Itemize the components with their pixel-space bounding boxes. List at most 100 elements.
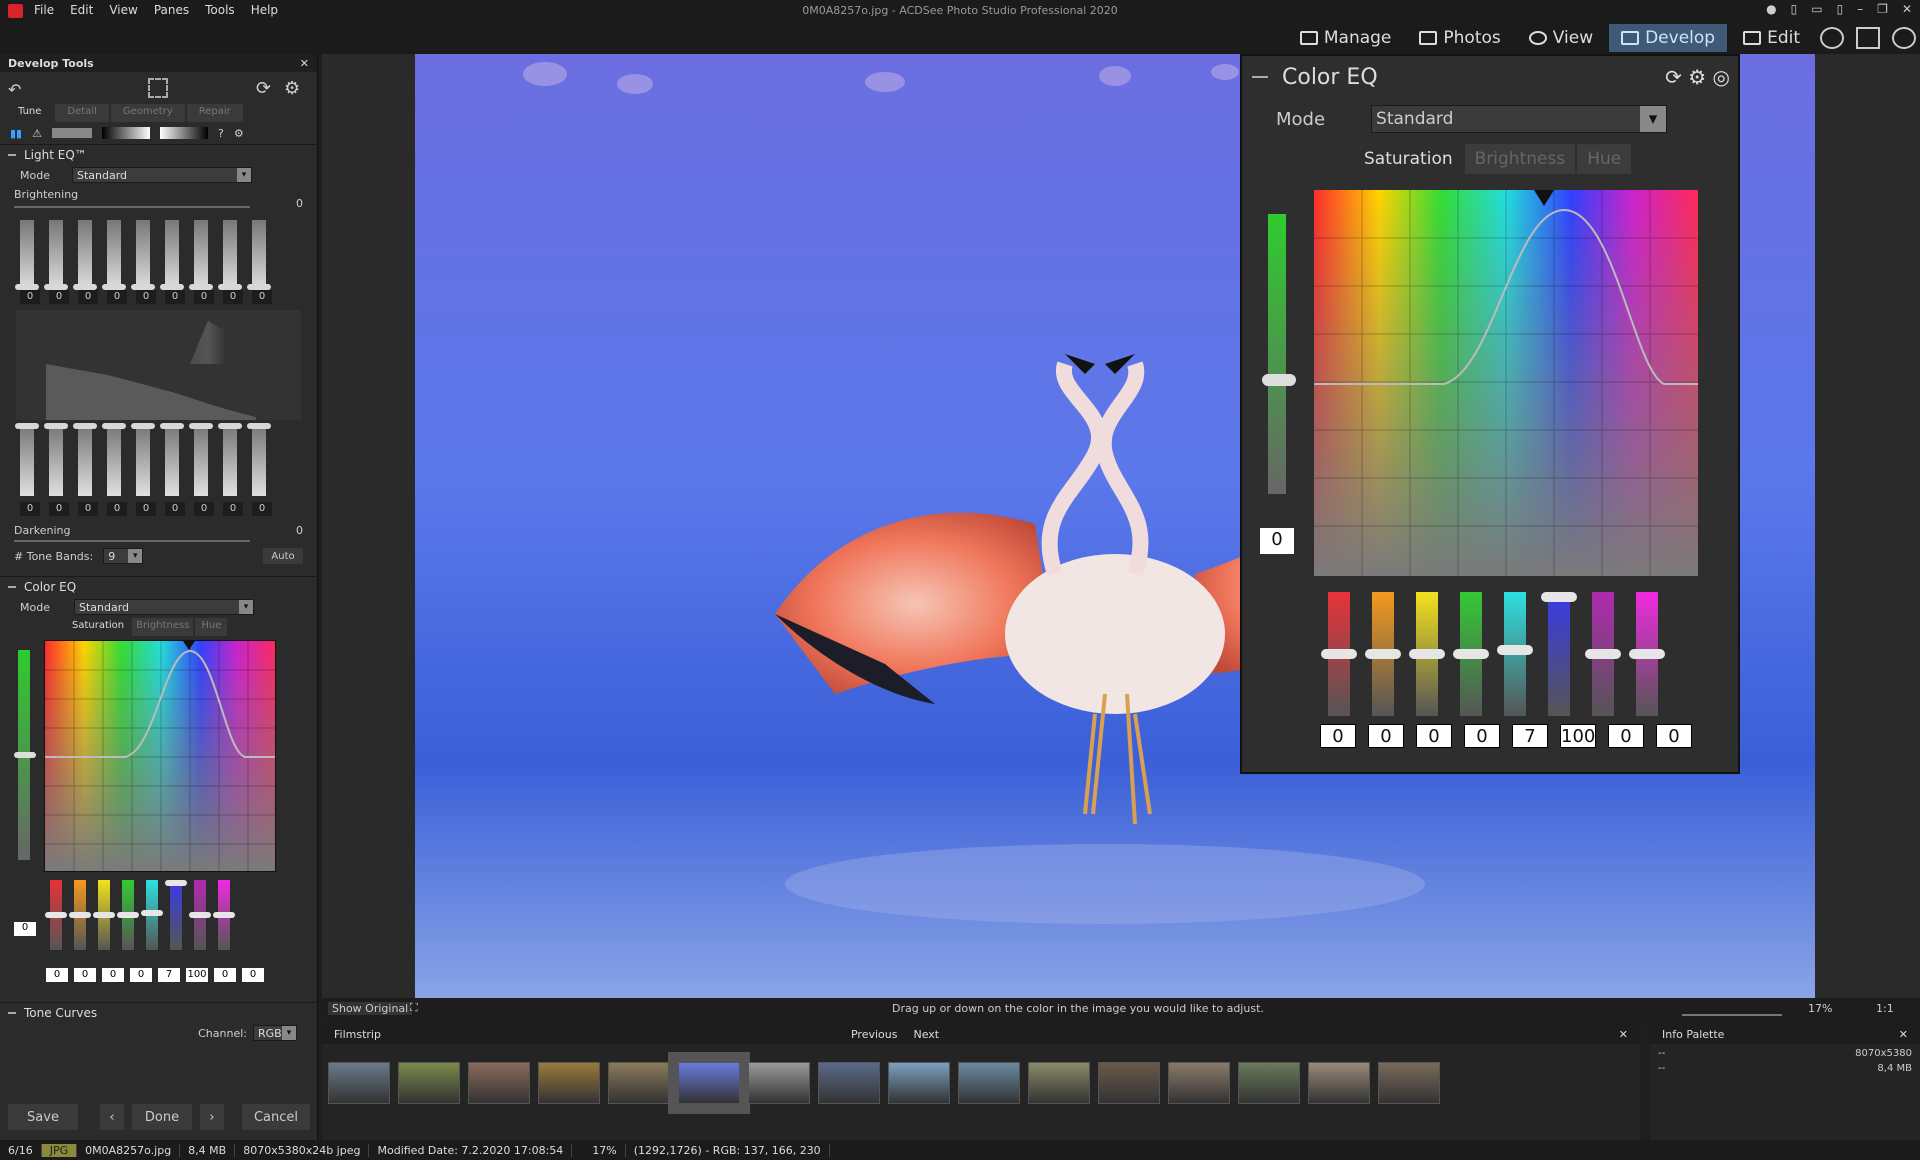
warning-icon[interactable]: ⚠ (32, 127, 42, 140)
color-band-slider[interactable] (45, 880, 67, 950)
filmstrip-thumbnail[interactable] (1308, 1062, 1370, 1104)
dark-band-value[interactable]: 0 (136, 502, 156, 516)
dark-band-slider[interactable] (15, 423, 39, 496)
bright-band-value[interactable]: 0 (165, 290, 185, 304)
float-mode-select[interactable]: Standard (1371, 105, 1668, 133)
bright-band-slider[interactable] (218, 220, 242, 290)
color-band-slider[interactable] (213, 880, 235, 950)
slider-knob[interactable] (247, 284, 271, 290)
bright-band-slider[interactable] (15, 220, 39, 290)
float-tab-saturation[interactable]: Saturation (1354, 144, 1463, 174)
show-original-button[interactable]: Show Original (328, 1002, 413, 1015)
color-band-value[interactable]: 100 (186, 968, 208, 982)
zoom-value[interactable]: 17% (1808, 1002, 1832, 1015)
menu-tools[interactable]: Tools (205, 3, 235, 17)
mode-edit[interactable]: Edit (1731, 24, 1812, 52)
color-band-value[interactable]: 7 (1512, 724, 1548, 748)
next-button[interactable]: › (200, 1104, 224, 1130)
dark-band-slider[interactable] (102, 423, 126, 496)
panel-close-icon[interactable]: ✕ (300, 57, 309, 70)
color-band-knob[interactable] (213, 912, 235, 918)
luts-icon[interactable] (1892, 27, 1916, 49)
collapse-icon[interactable] (1252, 76, 1268, 78)
slider-knob[interactable] (73, 284, 97, 290)
color-band-slider[interactable] (141, 880, 163, 950)
fullscreen-icon[interactable]: ⛶ (410, 1001, 418, 1015)
filmstrip-thumbnail[interactable] (818, 1062, 880, 1104)
menu-view[interactable]: View (109, 3, 137, 17)
bright-band-slider[interactable] (73, 220, 97, 290)
histogram-icon[interactable]: ▮▮ (10, 127, 22, 140)
close-icon[interactable]: ✕ (1902, 2, 1912, 16)
bright-band-value[interactable]: 0 (194, 290, 214, 304)
filmstrip-thumbnail[interactable] (1378, 1062, 1440, 1104)
dark-band-value[interactable]: 0 (223, 502, 243, 516)
color-band-value[interactable]: 0 (1464, 724, 1500, 748)
mode-select[interactable]: Standard (72, 167, 252, 183)
filmstrip-thumbnail[interactable] (888, 1062, 950, 1104)
filmstrip-thumbnail[interactable] (608, 1062, 670, 1104)
color-band-slider[interactable] (1629, 592, 1665, 716)
tab-detail[interactable]: Detail (55, 104, 109, 122)
filmstrip-thumbnail[interactable] (668, 1052, 750, 1114)
crop-icon[interactable] (148, 78, 168, 98)
mode-manage[interactable]: Manage (1288, 24, 1404, 52)
dark-band-value[interactable]: 0 (165, 502, 185, 516)
filmstrip-thumbnail[interactable] (1238, 1062, 1300, 1104)
layout-right-icon[interactable]: ▯ (1837, 2, 1844, 16)
slider-knob[interactable] (131, 284, 155, 290)
bright-band-value[interactable]: 0 (49, 290, 69, 304)
color-band-knob[interactable] (165, 880, 187, 886)
color-band-value[interactable]: 0 (46, 968, 68, 982)
color-eq-header[interactable]: Color EQ (0, 576, 317, 596)
slider-knob[interactable] (15, 423, 39, 429)
dark-band-value[interactable]: 0 (78, 502, 98, 516)
color-band-knob[interactable] (1497, 645, 1533, 655)
color-band-knob[interactable] (189, 912, 211, 918)
color-band-slider[interactable] (1453, 592, 1489, 716)
dark-band-slider[interactable] (189, 423, 213, 496)
color-band-value[interactable]: 0 (130, 968, 152, 982)
help-icon[interactable]: ? (218, 127, 224, 140)
bright-band-value[interactable]: 0 (136, 290, 156, 304)
float-hue-graph[interactable] (1314, 190, 1698, 576)
tab-hue[interactable]: Hue (195, 618, 228, 636)
tab-brightness[interactable]: Brightness (132, 618, 194, 636)
channel-select[interactable]: RGB (253, 1025, 297, 1041)
previous-link[interactable]: Previous (851, 1028, 898, 1041)
color-band-knob[interactable] (117, 912, 139, 918)
color-band-slider[interactable] (117, 880, 139, 950)
color-band-value[interactable]: 0 (214, 968, 236, 982)
slider-knob[interactable] (189, 284, 213, 290)
bright-band-slider[interactable] (189, 220, 213, 290)
dark-band-value[interactable]: 0 (194, 502, 214, 516)
filmstrip-thumbnail[interactable] (468, 1062, 530, 1104)
color-band-value[interactable]: 0 (74, 968, 96, 982)
color-band-knob[interactable] (141, 909, 163, 916)
color-graph[interactable] (44, 640, 277, 875)
color-band-knob[interactable] (1585, 649, 1621, 659)
filmstrip-thumbnail[interactable] (1168, 1062, 1230, 1104)
float-tab-hue[interactable]: Hue (1577, 144, 1632, 174)
float-header[interactable]: Color EQ ⟳ ⚙ ◎ (1242, 56, 1738, 98)
float-tab-brightness[interactable]: Brightness (1464, 144, 1576, 174)
bright-band-value[interactable]: 0 (78, 290, 98, 304)
color-band-value[interactable]: 0 (102, 968, 124, 982)
save-button[interactable]: Save (8, 1104, 78, 1130)
tone-curves-header[interactable]: Tone Curves (0, 1002, 317, 1022)
color-band-slider[interactable] (69, 880, 91, 950)
side-slider-knob[interactable] (14, 752, 36, 758)
light-eq-header[interactable]: Light EQ™ (0, 144, 317, 164)
color-band-value[interactable]: 7 (158, 968, 180, 982)
filmstrip-thumbnail[interactable] (538, 1062, 600, 1104)
color-band-slider[interactable] (1585, 592, 1621, 716)
filmstrip-close-icon[interactable]: ✕ (1619, 1028, 1628, 1041)
color-band-value[interactable]: 0 (242, 968, 264, 982)
mode-view[interactable]: View (1517, 24, 1605, 52)
reset-icon[interactable]: ⟳ ⚙ ◎ (1665, 65, 1730, 89)
color-band-slider[interactable] (1541, 592, 1577, 716)
menu-edit[interactable]: Edit (70, 3, 93, 17)
tab-geometry[interactable]: Geometry (110, 104, 185, 122)
color-band-knob[interactable] (1365, 649, 1401, 659)
slider-knob[interactable] (218, 284, 242, 290)
